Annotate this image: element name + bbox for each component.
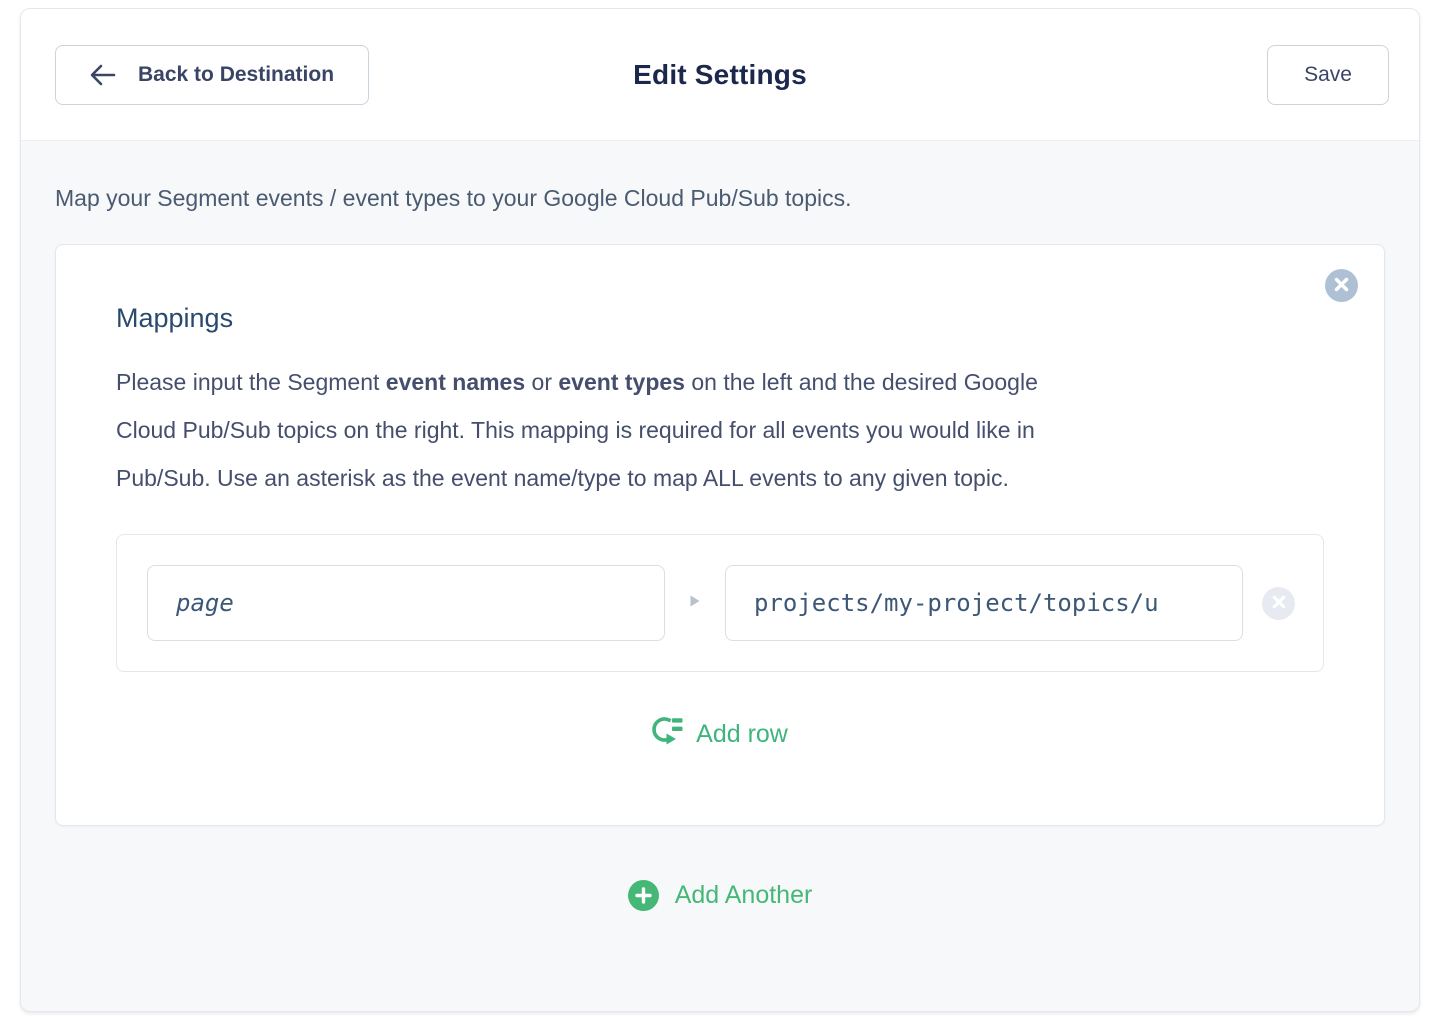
intro-text: Map your Segment events / event types to… xyxy=(55,185,1385,212)
arrow-left-icon xyxy=(90,63,116,87)
settings-panel: Back to Destination Edit Settings Save M… xyxy=(20,8,1420,1012)
add-row-button[interactable]: Add row xyxy=(652,714,788,755)
back-button-label: Back to Destination xyxy=(138,63,334,87)
back-to-destination-button[interactable]: Back to Destination xyxy=(55,45,369,105)
row-delete-button[interactable] xyxy=(1262,587,1295,620)
insert-row-icon xyxy=(652,714,684,755)
add-another-label: Add Another xyxy=(675,881,813,910)
mapping-row xyxy=(116,534,1324,672)
settings-body: Map your Segment events / event types to… xyxy=(21,141,1419,911)
header-bar: Back to Destination Edit Settings Save xyxy=(21,9,1419,141)
plus-circle-icon xyxy=(628,880,659,911)
add-row-label: Add row xyxy=(696,720,788,749)
page-title: Edit Settings xyxy=(633,59,807,91)
triangle-right-icon xyxy=(689,594,701,613)
event-name-input[interactable] xyxy=(147,565,665,641)
card-close-button[interactable] xyxy=(1325,269,1358,302)
add-another-button[interactable]: Add Another xyxy=(628,880,813,911)
mappings-description: Please input the Segment event names or … xyxy=(116,358,1296,502)
save-button[interactable]: Save xyxy=(1267,45,1389,105)
mappings-card: Mappings Please input the Segment event … xyxy=(55,244,1385,826)
topic-input[interactable] xyxy=(725,565,1243,641)
x-circle-icon xyxy=(1334,277,1349,295)
x-circle-icon xyxy=(1272,595,1286,612)
mappings-heading: Mappings xyxy=(116,303,1324,334)
